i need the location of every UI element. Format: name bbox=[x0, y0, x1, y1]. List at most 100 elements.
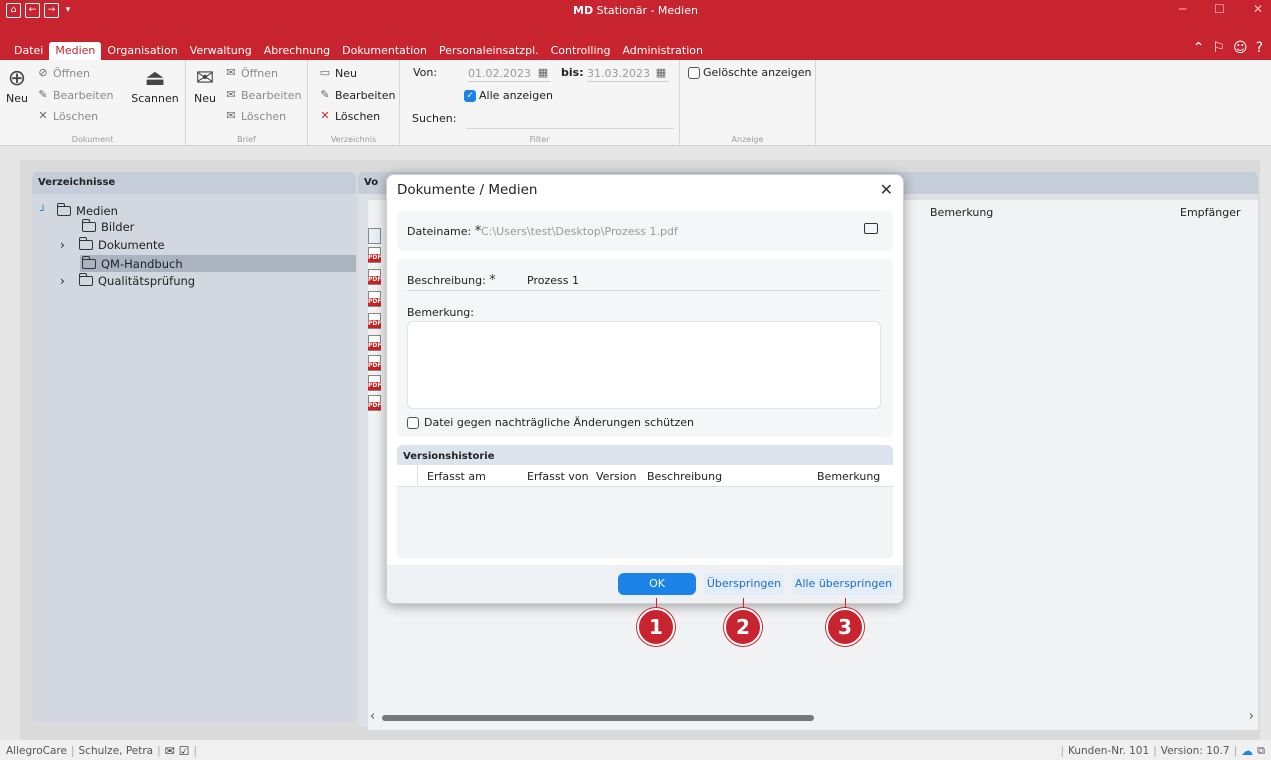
show-deleted-checkbox[interactable]: Gelöschte anzeigen bbox=[688, 66, 811, 79]
chevron-right-icon[interactable]: › bbox=[60, 274, 74, 288]
brief-edit-button[interactable]: ✉ Bearbeiten bbox=[224, 88, 301, 102]
minimize-icon[interactable]: ─ bbox=[1179, 2, 1186, 16]
scroll-right-icon[interactable]: › bbox=[1249, 709, 1254, 724]
tree-item-qualitaetspruefung[interactable]: › Qualitätsprüfung bbox=[60, 273, 195, 288]
pdf-file-icon[interactable]: PDF bbox=[368, 313, 381, 329]
task-icon[interactable]: ☑ bbox=[179, 744, 190, 758]
paperclip-icon: ⊘ bbox=[38, 66, 48, 79]
menu-organisation[interactable]: Organisation bbox=[101, 42, 183, 60]
column-header-bemerkung[interactable]: Bemerkung bbox=[930, 206, 993, 219]
pdf-file-label: PDF bbox=[368, 342, 382, 350]
filename-label: Dateiname: * bbox=[407, 224, 482, 239]
menu-datei[interactable]: Datei bbox=[8, 42, 49, 60]
scrollbar-thumb[interactable] bbox=[382, 715, 814, 721]
maximize-icon[interactable]: ☐ bbox=[1214, 2, 1225, 16]
pdf-file-icon[interactable]: PDF bbox=[368, 355, 381, 371]
dialog-title: Dokumente / Medien bbox=[397, 182, 538, 198]
skip-all-button[interactable]: Alle überspringen bbox=[792, 573, 895, 595]
to-date-value: 31.03.2023 bbox=[587, 67, 650, 80]
menu-verwaltung[interactable]: Verwaltung bbox=[184, 42, 258, 60]
show-all-checkbox[interactable]: ✓ Alle anzeigen bbox=[464, 89, 553, 102]
paperclip-edit-icon: ✎ bbox=[38, 88, 48, 101]
column-header-empfaenger[interactable]: Empfänger bbox=[1180, 206, 1241, 219]
image-file-icon[interactable] bbox=[368, 228, 381, 244]
cloud-icon[interactable]: ☁ bbox=[1241, 744, 1253, 758]
pdf-file-label: PDF bbox=[368, 402, 382, 410]
verzeichnis-new-button[interactable]: ▭ Neu bbox=[318, 66, 357, 80]
envelope-open-icon: ✉ bbox=[226, 66, 236, 79]
pdf-file-icon[interactable]: PDF bbox=[368, 291, 381, 307]
tree-item-bilder[interactable]: Bilder bbox=[82, 219, 134, 234]
window-icon[interactable]: ⧉ bbox=[1257, 744, 1265, 758]
mail-icon[interactable]: ✉ bbox=[165, 744, 175, 758]
protect-file-checkbox[interactable]: Datei gegen nachträgliche Änderungen sch… bbox=[407, 416, 694, 429]
close-icon[interactable]: ✕ bbox=[880, 180, 893, 199]
column-beschreibung[interactable]: Beschreibung bbox=[647, 470, 722, 483]
column-version[interactable]: Version bbox=[596, 470, 636, 483]
brief-new-button[interactable]: ✉ Neu bbox=[190, 66, 220, 105]
title-bar: ⌂ ← → ▾ MD Stationär - Medien ─ ☐ ✕ bbox=[0, 0, 1271, 22]
column-erfasst-am[interactable]: Erfasst am bbox=[427, 470, 486, 483]
smiley-icon[interactable]: ☺ bbox=[1233, 40, 1248, 56]
scroll-left-icon[interactable]: ‹ bbox=[370, 709, 375, 724]
dokument-new-button[interactable]: ⊕ Neu bbox=[2, 66, 32, 105]
verzeichnis-edit-button[interactable]: ✎ Bearbeiten bbox=[318, 88, 395, 102]
folder-add-icon: ▭ bbox=[319, 66, 331, 79]
brief-open-button[interactable]: ✉ Öffnen bbox=[224, 66, 278, 80]
dokument-new-label: Neu bbox=[6, 92, 28, 105]
help-icon[interactable]: ? bbox=[1256, 40, 1263, 56]
collapse-ribbon-icon[interactable]: ⌃ bbox=[1193, 40, 1205, 56]
remark-textarea[interactable] bbox=[407, 321, 881, 409]
window-title: MD Stationär - Medien bbox=[573, 4, 698, 17]
pdf-file-icon[interactable]: PDF bbox=[368, 335, 381, 351]
search-input[interactable] bbox=[466, 128, 674, 129]
column-erfasst-von[interactable]: Erfasst von bbox=[527, 470, 589, 483]
pdf-file-label: PDF bbox=[368, 382, 382, 390]
show-deleted-label: Gelöschte anzeigen bbox=[703, 66, 812, 79]
show-all-label: Alle anzeigen bbox=[479, 89, 553, 102]
description-input[interactable]: Prozess 1 bbox=[527, 274, 579, 287]
close-window-icon[interactable]: ✕ bbox=[1253, 2, 1263, 16]
directory-panel: Verzeichnisse ┘ Medien Bilder › Dokument… bbox=[32, 172, 356, 722]
verzeichnis-delete-button[interactable]: ✕ Löschen bbox=[318, 109, 380, 123]
pdf-file-icon[interactable]: PDF bbox=[368, 375, 381, 391]
filename-input[interactable]: C:\Users\test\Desktop\Prozess 1.pdf bbox=[481, 225, 678, 238]
tree-item-qm-handbuch[interactable]: QM-Handbuch bbox=[80, 255, 356, 272]
folder-browse-icon[interactable] bbox=[864, 223, 878, 234]
menu-items: Datei Medien Organisation Verwaltung Abr… bbox=[8, 42, 709, 60]
menu-dokumentation[interactable]: Dokumentation bbox=[336, 42, 433, 60]
pdf-file-icon[interactable]: PDF bbox=[368, 269, 381, 285]
tree-item-dokumente[interactable]: › Dokumente bbox=[60, 237, 165, 252]
paperclip-delete-icon: ✕ bbox=[38, 109, 48, 122]
column-bemerkung[interactable]: Bemerkung bbox=[817, 470, 880, 483]
pdf-file-icon[interactable]: PDF bbox=[368, 395, 381, 411]
chevron-right-icon[interactable]: › bbox=[60, 238, 74, 252]
feedback-icon[interactable]: ⚐ bbox=[1212, 40, 1225, 56]
ok-button[interactable]: OK bbox=[618, 573, 696, 595]
version-history-title: Versionshistorie bbox=[403, 451, 495, 462]
dokument-edit-button[interactable]: ✎ Bearbeiten bbox=[36, 88, 113, 102]
dokument-open-button[interactable]: ⊘ Öffnen bbox=[36, 66, 90, 80]
dokument-delete-button[interactable]: ✕ Löschen bbox=[36, 109, 98, 123]
tree-item-medien[interactable]: ┘ Medien bbox=[40, 203, 118, 218]
scan-button[interactable]: ⏏ Scannen bbox=[130, 66, 180, 105]
pdf-file-label: PDF bbox=[368, 320, 382, 328]
menu-medien[interactable]: Medien bbox=[49, 42, 102, 60]
calendar-to-icon[interactable]: ▦ bbox=[654, 66, 668, 80]
folder-icon bbox=[57, 203, 72, 216]
skip-button[interactable]: Überspringen bbox=[704, 573, 784, 595]
menu-abrechnung[interactable]: Abrechnung bbox=[258, 42, 336, 60]
menu-administration[interactable]: Administration bbox=[616, 42, 709, 60]
brief-delete-button[interactable]: ✉ Löschen bbox=[224, 109, 286, 123]
brief-edit-label: Bearbeiten bbox=[241, 88, 302, 102]
from-label: Von: bbox=[413, 66, 438, 79]
pdf-file-icon[interactable]: PDF bbox=[368, 247, 381, 263]
brief-new-label: Neu bbox=[194, 92, 216, 105]
calendar-from-icon[interactable]: ▦ bbox=[536, 66, 550, 80]
protect-file-label: Datei gegen nachträgliche Änderungen sch… bbox=[424, 416, 694, 429]
menu-controlling[interactable]: Controlling bbox=[545, 42, 617, 60]
menu-personaleinsatzplanung[interactable]: Personaleinsatzpl. bbox=[433, 42, 545, 60]
horizontal-scrollbar[interactable]: ‹ › bbox=[370, 709, 1258, 724]
dokument-delete-label: Löschen bbox=[53, 109, 99, 123]
collapse-icon[interactable]: ┘ bbox=[40, 206, 46, 217]
